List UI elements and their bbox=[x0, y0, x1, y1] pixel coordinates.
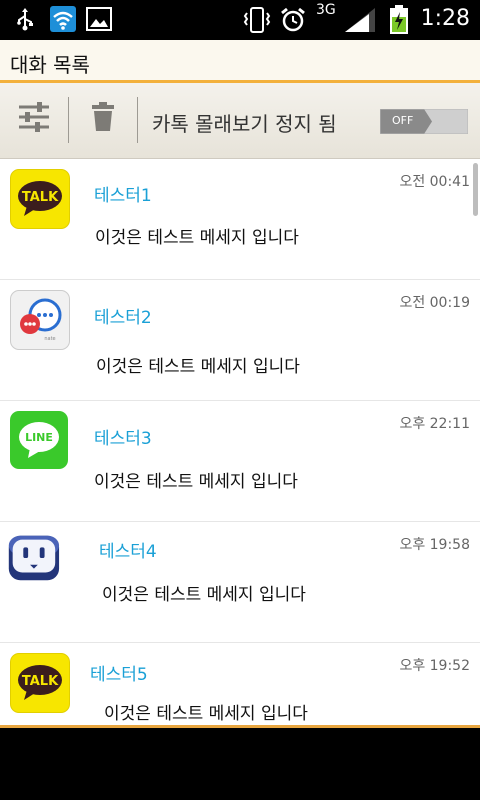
signal-icon bbox=[343, 6, 377, 34]
conversation-time: 오전 00:41 bbox=[399, 174, 470, 190]
svg-text:nate: nate bbox=[44, 336, 55, 342]
conversation-message: 이것은 테스트 메세지 입니다 bbox=[102, 585, 306, 605]
bottom-area bbox=[0, 728, 480, 800]
image-icon bbox=[86, 7, 112, 31]
svg-text:LINE: LINE bbox=[25, 431, 53, 444]
off-toggle-switch[interactable]: OFF bbox=[379, 108, 469, 135]
usb-icon bbox=[16, 8, 34, 32]
conversation-name: 테스터3 bbox=[94, 429, 152, 449]
conversation-name: 테스터4 bbox=[99, 542, 157, 562]
conversation-name: 테스터2 bbox=[94, 308, 152, 328]
trash-icon bbox=[91, 102, 115, 136]
delete-button[interactable] bbox=[83, 99, 123, 139]
scrollbar[interactable] bbox=[473, 163, 478, 216]
conversation-time: 오후 19:52 bbox=[399, 658, 470, 674]
list-item[interactable]: TALK 테스터5 오후 19:52 이것은 테스트 메세지 입니다 bbox=[0, 643, 480, 725]
conversation-message: 이것은 테스트 메세지 입니다 bbox=[94, 472, 298, 492]
list-item[interactable]: LINE 테스터3 오후 22:11 이것은 테스트 메세지 입니다 bbox=[0, 401, 480, 522]
network-type-label: 3G bbox=[316, 2, 336, 18]
list-item[interactable]: 테스터4 오후 19:58 이것은 테스트 메세지 입니다 bbox=[0, 522, 480, 643]
conversation-message: 이것은 테스트 메세지 입니다 bbox=[96, 357, 300, 377]
page-title: 대화 목록 bbox=[10, 53, 90, 77]
settings-button[interactable] bbox=[14, 99, 54, 139]
nateon-icon: nate bbox=[10, 290, 70, 350]
alarm-icon bbox=[280, 7, 306, 33]
toolbar-divider bbox=[68, 97, 69, 143]
svg-text:TALK: TALK bbox=[22, 190, 59, 205]
messenger-icon bbox=[3, 530, 61, 588]
conversation-time: 오후 22:11 bbox=[399, 416, 470, 432]
conversation-message: 이것은 테스트 메세지 입니다 bbox=[104, 704, 308, 724]
svg-text:TALK: TALK bbox=[22, 674, 59, 689]
toggle-label: OFF bbox=[392, 114, 414, 127]
conversation-name: 테스터5 bbox=[90, 665, 148, 685]
battery-charging-icon bbox=[389, 5, 409, 35]
title-bar: 대화 목록 bbox=[0, 40, 480, 83]
kakaotalk-icon: TALK bbox=[10, 169, 70, 229]
kakaotalk-icon: TALK bbox=[10, 653, 70, 713]
conversation-list[interactable]: TALK 테스터1 오전 00:41 이것은 테스트 메세지 입니다 nate … bbox=[0, 159, 480, 725]
list-item[interactable]: nate 테스터2 오전 00:19 이것은 테스트 메세지 입니다 bbox=[0, 280, 480, 401]
stop-status-label: 카톡 몰래보기 정지 됨 bbox=[152, 112, 337, 136]
conversation-time: 오전 00:19 bbox=[399, 295, 470, 311]
conversation-message: 이것은 테스트 메세지 입니다 bbox=[95, 228, 299, 248]
toolbar-divider bbox=[137, 97, 138, 143]
status-bar: 3G 1:28 bbox=[0, 0, 480, 40]
vibrate-icon bbox=[243, 7, 271, 33]
line-icon: LINE bbox=[10, 411, 68, 469]
clock: 1:28 bbox=[420, 6, 470, 31]
conversation-name: 테스터1 bbox=[94, 186, 152, 206]
wifi-icon bbox=[50, 6, 76, 32]
list-item[interactable]: TALK 테스터1 오전 00:41 이것은 테스트 메세지 입니다 bbox=[0, 159, 480, 280]
conversation-time: 오후 19:58 bbox=[399, 537, 470, 553]
sliders-icon bbox=[17, 101, 51, 137]
